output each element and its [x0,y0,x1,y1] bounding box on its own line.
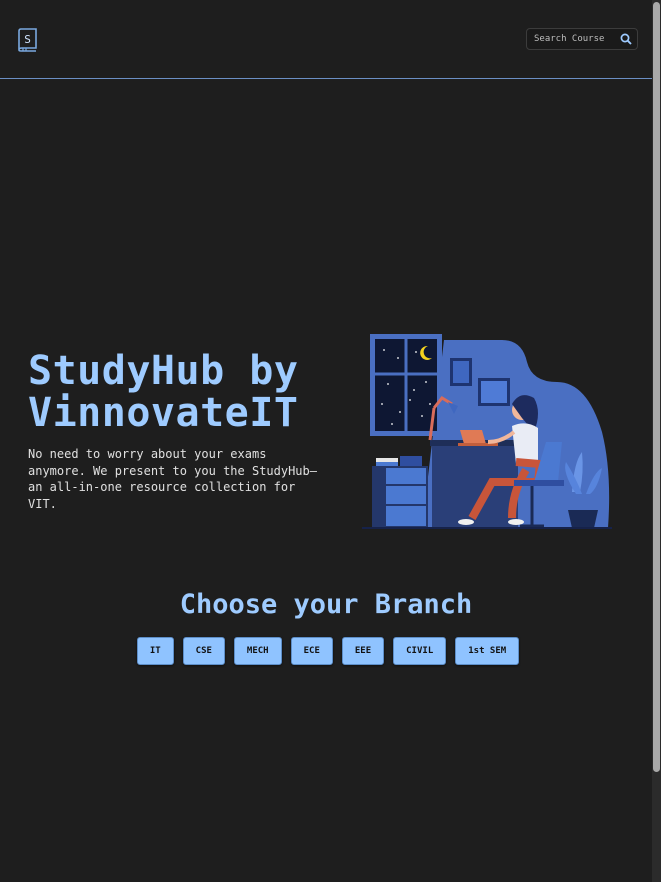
hero-title: StudyHub by VinnovateIT [28,350,298,434]
branch-button-it[interactable]: IT [136,637,174,665]
branch-section-title: Choose your Branch [179,589,473,620]
branch-button-group: IT CSE MECH ECE EEE CIVIL 1st SEM [0,637,652,665]
scrollbar-thumb[interactable] [653,2,660,772]
page: S StudyHub by VinnovateIT No need to wor… [0,0,652,882]
branch-button-civil[interactable]: CIVIL [393,637,447,665]
search-box [526,28,638,50]
scrollbar[interactable] [652,0,661,882]
branch-button-1st-sem[interactable]: 1st SEM [455,637,520,665]
branch-button-mech[interactable]: MECH [233,637,282,665]
branch-button-ece[interactable]: ECE [290,637,333,665]
hero-description: No need to worry about your exams anymor… [28,447,317,511]
branch-button-cse[interactable]: CSE [182,637,225,665]
woman-studying-illustration [362,334,612,529]
header: S [0,0,652,79]
branch-button-eee[interactable]: EEE [341,637,385,665]
hero-title-line-2: VinnovateIT [28,390,299,436]
search-icon[interactable] [620,33,632,45]
search-input[interactable] [527,34,617,44]
hero-title-line-1: StudyHub by [28,348,299,394]
svg-text:S: S [24,33,31,46]
book-s-icon[interactable]: S [17,28,38,52]
